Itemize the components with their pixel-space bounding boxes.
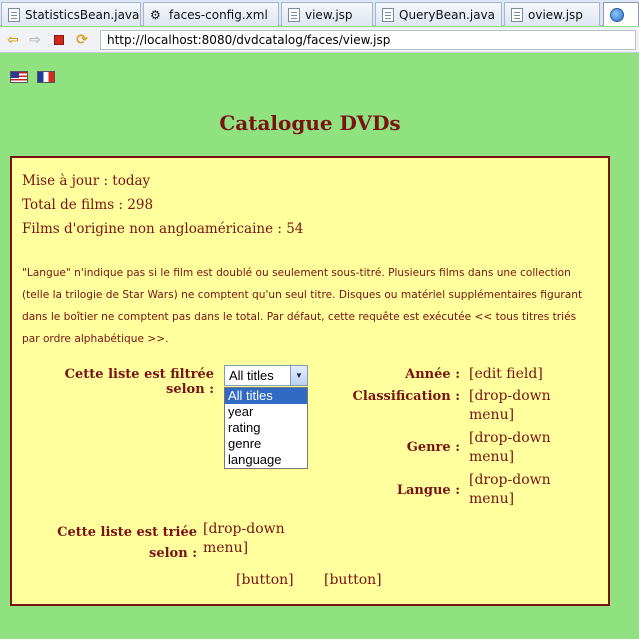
submit-button[interactable]: [button]: [236, 571, 294, 590]
tab-view-jsp[interactable]: view.jsp: [281, 2, 373, 26]
xml-config-icon: ⚙: [150, 7, 161, 22]
france-flag-icon[interactable]: [37, 71, 55, 83]
sort-label-line1: Cette liste est triée: [57, 525, 197, 540]
sort-dropdown[interactable]: [drop-down menu]: [203, 520, 303, 558]
tab-web-browser[interactable]: [603, 2, 639, 26]
chevron-down-icon[interactable]: ▼: [290, 366, 307, 385]
stop-icon[interactable]: [51, 32, 67, 48]
filter-option[interactable]: genre: [225, 436, 307, 452]
catalog-panel: Mise à jour : today Total de films : 298…: [10, 156, 610, 606]
non-anglo-films-text: Films d'origine non angloaméricaine : 54: [22, 221, 304, 237]
langue-dropdown[interactable]: [drop-down menu]: [469, 471, 569, 509]
tab-faces-config[interactable]: ⚙ faces-config.xml: [143, 2, 279, 26]
classification-dropdown[interactable]: [drop-down menu]: [469, 387, 569, 425]
tab-label: faces-config.xml: [169, 7, 268, 22]
filter-select[interactable]: All titles ▼: [224, 365, 308, 386]
us-flag-icon[interactable]: [10, 71, 28, 83]
tab-querybean[interactable]: QueryBean.java: [375, 2, 502, 26]
address-bar[interactable]: http://localhost:8080/dvdcatalog/faces/v…: [100, 30, 636, 50]
tab-oview-jsp[interactable]: oview.jsp: [504, 2, 600, 26]
page-title: Catalogue DVDs: [219, 111, 401, 135]
annee-label: Année :: [405, 367, 460, 382]
filter-selected-value: All titles: [229, 368, 274, 383]
langue-label: Langue :: [396, 483, 460, 498]
filter-options-list: All titles year rating genre language: [224, 387, 308, 469]
tab-statisticsbean[interactable]: StatisticsBean.java: [1, 2, 141, 26]
filter-label: Cette liste est filtrée selon :: [64, 367, 214, 397]
classification-label: Classification :: [352, 389, 460, 404]
sort-label: Cette liste est triée selon :: [52, 522, 197, 564]
info-note: "Langue" n'indique pas si le film est do…: [22, 267, 583, 345]
globe-icon: [610, 7, 624, 22]
filter-option[interactable]: language: [225, 452, 307, 468]
tab-label: view.jsp: [305, 7, 353, 22]
total-films-text: Total de films : 298: [22, 197, 154, 213]
last-updated-text: Mise à jour : today: [22, 173, 151, 189]
reset-button[interactable]: [button]: [324, 571, 382, 590]
sort-label-line2: selon :: [149, 546, 197, 561]
jsp-file-icon: [511, 7, 523, 22]
tab-label: QueryBean.java: [399, 7, 495, 22]
genre-label: Genre :: [406, 440, 460, 455]
java-file-icon: [382, 7, 394, 22]
forward-arrow-icon[interactable]: ⇨: [27, 32, 43, 48]
annee-edit-field[interactable]: [edit field]: [469, 365, 569, 384]
language-selector: [10, 71, 55, 83]
filter-option[interactable]: All titles: [225, 388, 307, 404]
navigation-bar: ⇦ ⇨ ⟳ http://localhost:8080/dvdcatalog/f…: [0, 27, 639, 53]
refresh-icon[interactable]: ⟳: [74, 32, 90, 48]
tab-bar: StatisticsBean.java ⚙ faces-config.xml v…: [0, 0, 639, 26]
tab-label: oview.jsp: [528, 7, 583, 22]
jsp-file-icon: [288, 7, 300, 22]
filter-option[interactable]: year: [225, 404, 307, 420]
tab-label: StatisticsBean.java: [25, 7, 140, 22]
filter-option[interactable]: rating: [225, 420, 307, 436]
java-file-icon: [8, 7, 20, 22]
genre-dropdown[interactable]: [drop-down menu]: [469, 429, 569, 467]
back-arrow-icon[interactable]: ⇦: [5, 32, 21, 48]
